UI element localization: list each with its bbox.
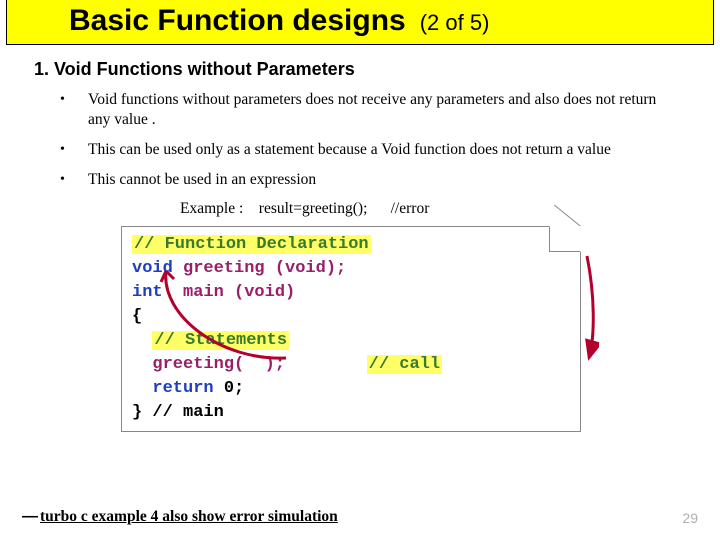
example-line: Example : result=greeting(); //error	[180, 200, 680, 218]
footnote-dash-icon: —	[22, 508, 38, 526]
list-item: • Void functions without parameters does…	[60, 90, 680, 130]
example-label: Example :	[180, 200, 243, 217]
example-code: result=greeting();	[259, 200, 368, 217]
bullet-text: This cannot be used in an expression	[88, 170, 316, 190]
code-comment: // Function Declaration	[132, 235, 371, 254]
footer: — turbo c example 4 also show error simu…	[0, 508, 720, 526]
page-title: Basic Function designs	[69, 4, 406, 38]
footnote-text: turbo c example 4 also show error simula…	[40, 508, 682, 526]
bullet-dot-icon: •	[60, 170, 74, 190]
code-text: greeting(	[152, 355, 244, 374]
code-text: main (void)	[183, 283, 295, 302]
code-text: );	[265, 355, 285, 374]
example-note: //error	[391, 200, 430, 217]
code-figure: // Function Declaration void greeting (v…	[121, 226, 599, 432]
page-fold-icon	[549, 226, 581, 252]
page-counter: (2 of 5)	[420, 10, 490, 36]
code-keyword: return	[152, 379, 213, 398]
page-number: 29	[682, 510, 698, 526]
code-text: greeting (void);	[183, 259, 346, 278]
bullet-dot-icon: •	[60, 90, 74, 130]
code-paper: // Function Declaration void greeting (v…	[121, 226, 581, 432]
code-text: 0;	[224, 379, 244, 398]
bullet-list: • Void functions without parameters does…	[60, 90, 680, 218]
list-item: • This cannot be used in an expression	[60, 170, 680, 190]
bullet-dot-icon: •	[60, 140, 74, 160]
code-keyword: void	[132, 259, 173, 278]
bullet-text: This can be used only as a statement bec…	[88, 140, 611, 160]
bullet-text: Void functions without parameters does n…	[88, 90, 680, 130]
title-bar: Basic Function designs (2 of 5)	[6, 0, 714, 45]
code-text: } // main	[132, 401, 570, 425]
code-comment: // call	[367, 355, 442, 374]
code-comment: // Statements	[152, 331, 289, 350]
list-item: • This can be used only as a statement b…	[60, 140, 680, 160]
code-keyword: int	[132, 283, 163, 302]
section-heading: 1. Void Functions without Parameters	[34, 59, 720, 80]
code-text: {	[132, 305, 570, 329]
